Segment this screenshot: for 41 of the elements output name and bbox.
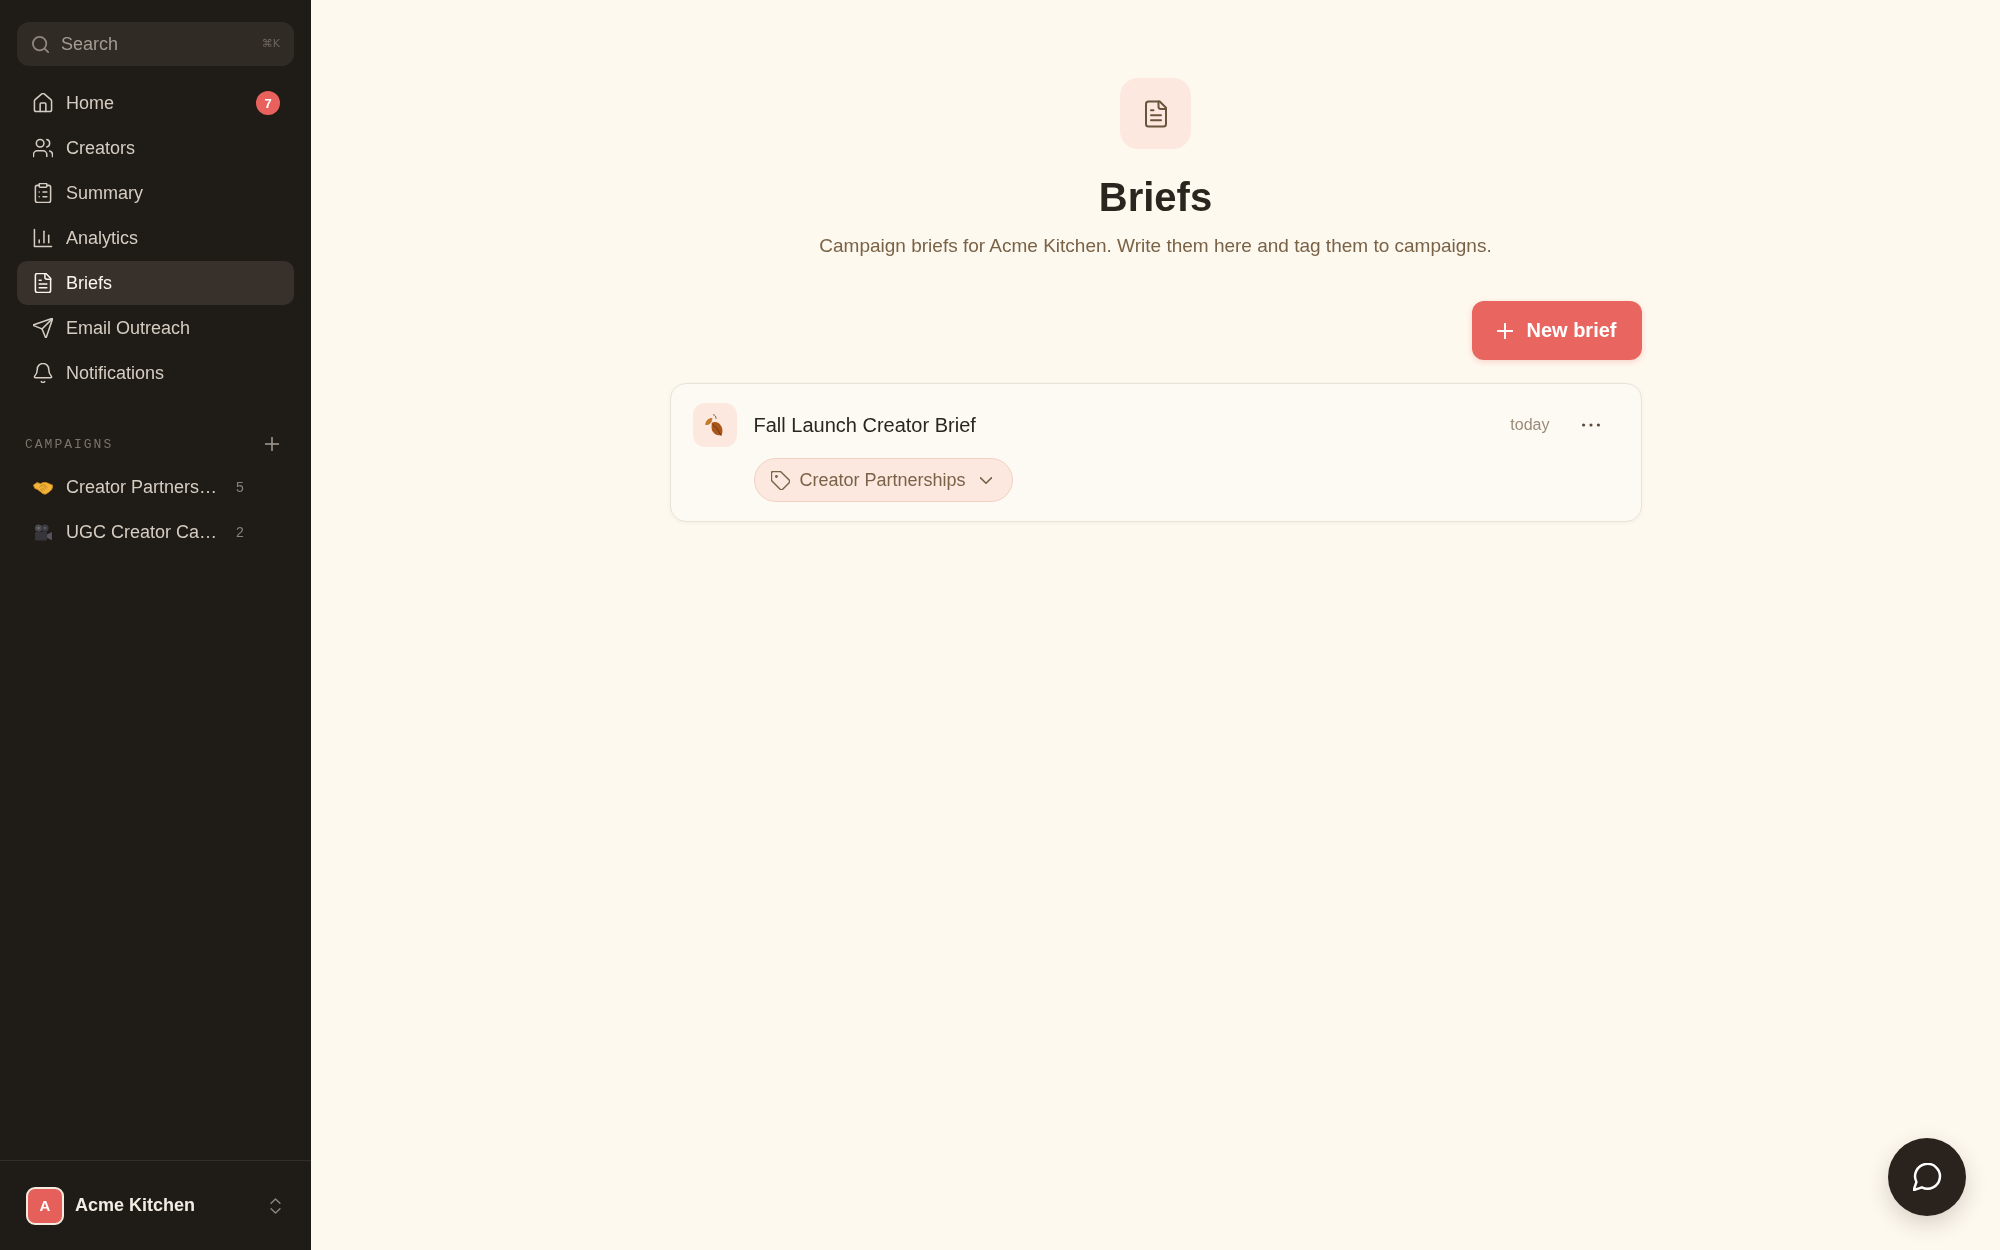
shortcut-hint: ⌘K <box>261 37 280 51</box>
document-icon <box>33 273 53 293</box>
movie-camera-icon <box>33 523 53 541</box>
brief-title[interactable]: Fall Launch Creator Brief <box>753 413 1494 437</box>
workspace-avatar: A <box>26 1186 64 1225</box>
plus-icon <box>265 437 279 451</box>
nav-item[interactable]: Home 7 <box>17 81 294 125</box>
campaign-item[interactable]: UGC Creator Ca… 2 <box>17 510 294 554</box>
nav-item[interactable]: Creators <box>17 126 294 170</box>
item-count: 2 <box>236 524 244 540</box>
brief-card[interactable]: Fall Launch Creator Brief today Creator Partnerships <box>669 383 1642 522</box>
leaves-icon <box>692 403 737 447</box>
page-subtitle: Campaign briefs for Acme Kitchen. Write them here and tag them to campaigns. <box>819 234 1492 258</box>
section-heading: CAMPAIGNS <box>25 436 114 452</box>
nav-item[interactable]: Notifications <box>17 351 294 395</box>
search-icon <box>32 36 49 53</box>
home-icon <box>33 93 53 113</box>
ellipsis-icon <box>1581 423 1600 427</box>
paper-plane-icon <box>33 318 53 338</box>
speech-bubble-icon <box>1912 1163 1942 1191</box>
nav-item[interactable]: Analytics <box>17 216 294 260</box>
people-icon <box>33 138 53 158</box>
tag-icon <box>770 470 790 490</box>
item-count: 5 <box>236 479 244 495</box>
clipboard-icon <box>33 183 53 203</box>
add-campaign-button[interactable] <box>265 437 279 451</box>
workspace-switcher[interactable]: A Acme Kitchen <box>0 1160 311 1250</box>
nav-item[interactable]: Email Outreach <box>17 306 294 350</box>
chevron-down-icon <box>979 476 992 484</box>
campaign-item[interactable]: Creator Partners… 5 <box>17 465 294 509</box>
bell-icon <box>33 363 53 383</box>
bar-chart-icon <box>33 228 53 248</box>
nav-item[interactable]: Briefs <box>17 261 294 305</box>
brief-date: today <box>1510 416 1550 434</box>
notification-badge: 7 <box>256 91 280 115</box>
plus-icon <box>1497 322 1514 339</box>
chevrons-up-down-icon <box>270 1197 281 1214</box>
page-title: Briefs <box>1098 174 1213 221</box>
nav-item[interactable]: Summary <box>17 171 294 215</box>
campaign-tag-dropdown[interactable]: Creator Partnerships <box>753 458 1013 502</box>
document-icon <box>1120 78 1191 149</box>
